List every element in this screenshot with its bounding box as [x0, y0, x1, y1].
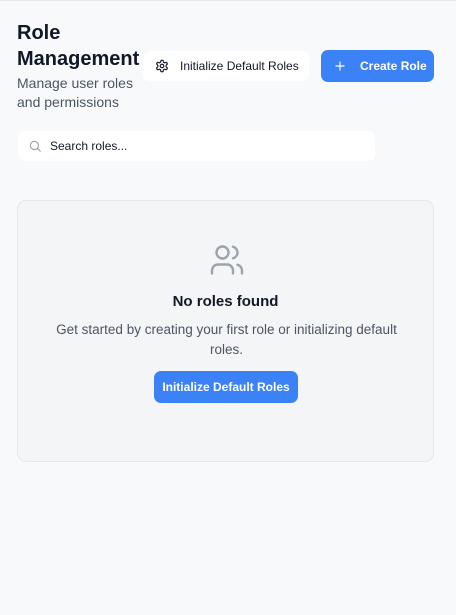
- empty-state-description: Get started by creating your first role …: [56, 322, 397, 357]
- create-role-button[interactable]: Create Role: [321, 50, 434, 82]
- create-role-label: Create Role: [360, 59, 427, 73]
- initialize-default-roles-button[interactable]: Initialize Default Roles: [143, 51, 309, 81]
- search-icon: [28, 139, 42, 153]
- initialize-default-roles-label: Initialize Default Roles: [180, 59, 299, 73]
- plus-icon: [333, 59, 347, 73]
- search-input[interactable]: [50, 139, 350, 153]
- page-subtitle: Manage user roles and permissions: [17, 75, 133, 110]
- empty-state-card: No roles found Get started by creating y…: [17, 200, 434, 462]
- search-box: [18, 131, 375, 161]
- page-title: Role Management: [17, 22, 140, 70]
- gear-icon: [155, 59, 169, 73]
- empty-state-title: No roles found: [172, 293, 279, 310]
- users-icon: [208, 242, 246, 278]
- page-header: Role Management Manage user roles and pe…: [17, 20, 145, 112]
- role-management-page: Role Management Manage user roles and pe…: [0, 0, 456, 615]
- top-divider: [0, 0, 456, 1]
- empty-state-initialize-button[interactable]: Initialize Default Roles: [154, 371, 298, 403]
